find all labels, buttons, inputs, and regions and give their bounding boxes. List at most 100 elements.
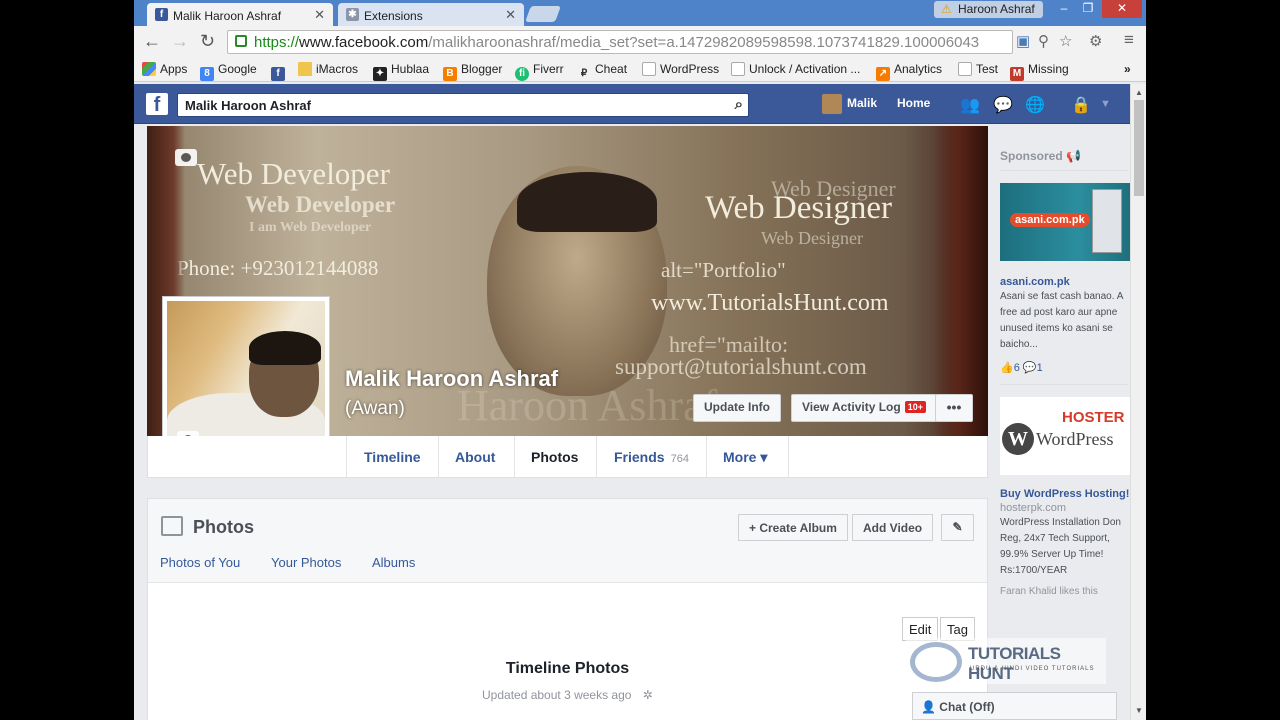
bookmark-apps[interactable]: Apps [142,62,187,76]
bookmark-unlock[interactable]: Unlock / Activation ... [731,62,860,76]
create-album-button[interactable]: + Create Album [738,514,848,541]
tab-more[interactable]: More ▾ [723,449,767,466]
gear-icon[interactable]: ✲ [643,688,653,702]
url-host: www.facebook.com [299,34,429,51]
tab-friends-label: Friends [614,449,665,465]
profile-button[interactable]: ⚠ Haroon Ashraf [934,1,1043,18]
close-icon[interactable]: ✕ [314,7,325,23]
watermark: TUTORIALS HUNT URDU & HINDI VIDEO TUTORI… [906,638,1106,684]
subtab-your-photos[interactable]: Your Photos [271,555,341,570]
nav-divider [596,436,597,478]
bookmark-hublaa[interactable]: ✦ Hublaa [373,62,429,81]
close-window-button[interactable]: ✕ [1102,0,1142,18]
tab-photos[interactable]: Photos [531,449,578,465]
bookmark-blogger[interactable]: B Blogger [443,62,502,81]
add-video-button[interactable]: Add Video [852,514,934,541]
back-icon[interactable]: ← [143,31,161,52]
messages-icon[interactable]: 💬 [993,95,1013,115]
facebook-logo-icon[interactable]: f [146,93,168,116]
bookmark-cheat[interactable]: ₽ Cheat [577,62,627,81]
bookmarks-overflow-button[interactable]: » [1124,62,1131,76]
ad-image-asani[interactable]: asani.com.pk [1000,183,1130,261]
subtab-albums[interactable]: Albums [372,555,415,570]
cover-text: Web Designer [705,190,893,226]
ad-reactions[interactable]: 👍6 💬1 [1000,361,1043,374]
new-tab-button[interactable] [525,6,561,22]
camera-icon[interactable] [175,149,197,166]
bookmark-analytics[interactable]: ↗ Analytics [876,62,942,81]
divider [1000,170,1128,171]
tab-friends[interactable]: Friends 764 [614,449,689,465]
ad-brand-text: asani.com.pk [1010,213,1090,227]
menu-icon[interactable]: ≡ [1124,30,1134,50]
chat-bar[interactable]: 👤 Chat (Off) [912,692,1117,720]
album-title[interactable]: Timeline Photos [134,660,1001,678]
missing-icon: M [1010,67,1024,81]
bookmark-test[interactable]: Test [958,62,998,76]
search-icon[interactable]: ⌕ [735,96,743,113]
ad-title[interactable]: asani.com.pk [1000,276,1070,288]
update-info-button[interactable]: Update Info [693,394,781,422]
gear-extension-icon[interactable]: ⚙ [1089,32,1102,50]
star-icon[interactable]: ☆ [1059,32,1072,50]
privacy-shortcuts-icon[interactable]: 🔒 [1071,95,1091,115]
address-bar[interactable]: https://www.facebook.com/malikharoonashr… [227,30,1013,54]
scroll-thumb[interactable] [1134,100,1144,196]
account-menu-icon[interactable]: ▼ [1100,98,1111,110]
tab-about[interactable]: About [455,449,495,465]
nav-profile-link[interactable]: Malik [847,96,877,110]
friends-count: 764 [670,453,689,465]
view-activity-log-button[interactable]: View Activity Log 10+ [791,394,937,422]
reload-icon[interactable]: ↻ [200,31,215,52]
page-scrollbar[interactable]: ▲ ▼ [1130,84,1146,720]
bookmark-missing[interactable]: M Missing [1010,62,1069,81]
extension-icon[interactable]: ▣ [1016,32,1030,50]
sponsored-heading: Sponsored 📢 [1000,149,1081,163]
bookmark-imacros[interactable]: iMacros [298,62,358,76]
ad-url[interactable]: hosterpk.com [1000,502,1066,514]
bookmark-facebook[interactable]: f [271,62,289,81]
cover-url-text: www.TutorialsHunt.com [651,290,889,316]
cover-frame-right [934,126,988,436]
bookmark-google[interactable]: 8 Google [200,62,257,81]
tab-extensions[interactable]: ✱ Extensions ✕ [338,3,524,26]
photos-header: Photos + Create Album Add Video ✎ Photos… [148,499,987,583]
profile-name[interactable]: Malik Haroon Ashraf [345,366,558,392]
avatar[interactable] [822,94,842,114]
profile-alternate-name: (Awan) [345,398,405,419]
page-icon [958,62,972,76]
ad-title[interactable]: Buy WordPress Hosting! [1000,488,1129,500]
tab-timeline[interactable]: Timeline [364,449,421,465]
facebook-icon: f [271,67,285,81]
url-scheme: https:// [254,34,300,51]
pin-icon[interactable]: ⚲ [1038,32,1049,50]
forward-icon[interactable]: → [171,31,189,52]
bookmark-label: Unlock / Activation ... [749,62,861,76]
minimize-button[interactable]: – [1052,0,1076,18]
subtab-photos-of-you[interactable]: Photos of You [160,555,240,570]
ad-brand-text: WordPress [1036,429,1114,449]
search-value: Malik Haroon Ashraf [185,98,311,113]
cover-phone-text: Phone: +923012144088 [177,256,379,280]
nav-home-link[interactable]: Home [897,96,930,110]
bookmark-label: Apps [160,62,188,76]
maximize-button[interactable]: ❐ [1076,0,1100,18]
edit-pencil-icon[interactable]: ✎ [941,514,974,541]
more-options-button[interactable]: ••• [935,394,973,422]
notifications-globe-icon[interactable]: 🌐 [1025,95,1045,115]
nav-divider [346,436,347,478]
ad-image-hoster[interactable]: HOSTER W WordPress [1000,397,1130,475]
watermark-subtitle: URDU & HINDI VIDEO TUTORIALS [970,666,1095,672]
friend-requests-icon[interactable]: 👥 [960,95,980,115]
bookmark-wordpress[interactable]: WordPress [642,62,719,76]
tab-facebook[interactable]: f Malik Haroon Ashraf ✕ [147,3,333,26]
scroll-down-icon[interactable]: ▼ [1135,706,1143,715]
divider [1000,384,1128,385]
nav-divider [514,436,515,478]
like-icon: 👍 [1000,362,1014,374]
close-icon[interactable]: ✕ [505,7,516,23]
activity-badge: 10+ [904,401,926,413]
search-input[interactable]: Malik Haroon Ashraf ⌕ [177,93,749,117]
scroll-up-icon[interactable]: ▲ [1135,88,1143,97]
bookmark-fiverr[interactable]: fi Fiverr [515,62,564,81]
